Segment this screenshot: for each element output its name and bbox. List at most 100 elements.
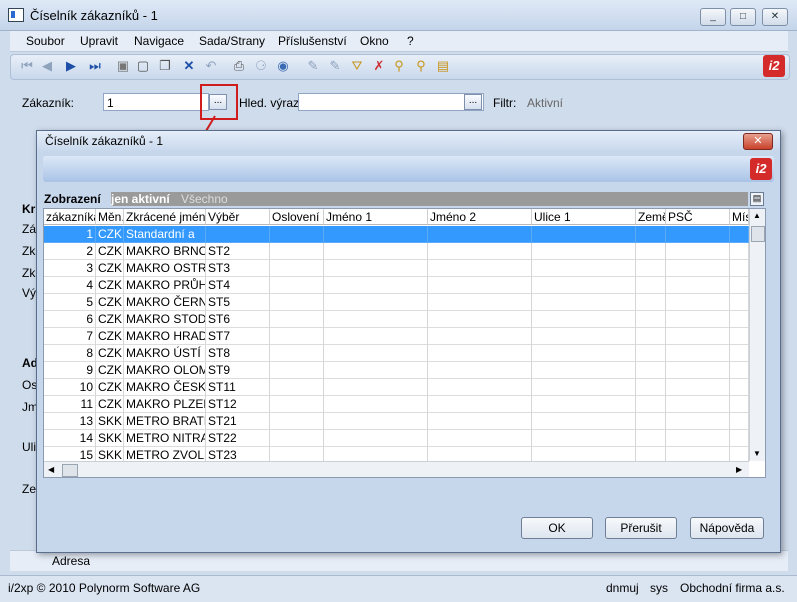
- column-header[interactable]: PSČ: [666, 209, 730, 225]
- maximize-button[interactable]: □: [730, 8, 756, 26]
- ok-button[interactable]: OK: [521, 517, 593, 539]
- table-cell: [324, 430, 428, 447]
- view-option-active[interactable]: jen aktivní: [111, 192, 170, 206]
- scroll-left-icon[interactable]: ◀: [48, 465, 54, 474]
- table-cell: [428, 362, 532, 379]
- table-row[interactable]: 13SKKMETRO BRATISST21: [44, 413, 749, 430]
- table-cell: 10: [44, 379, 96, 396]
- column-header[interactable]: Ulice 1: [532, 209, 636, 225]
- help-button[interactable]: Nápověda: [690, 517, 764, 539]
- scroll-thumb[interactable]: [751, 226, 765, 242]
- table-row[interactable]: 2CZKMAKRO BRNO-SST2: [44, 243, 749, 260]
- status-copyright: i/2xp © 2010 Polynorm Software AG: [8, 581, 201, 595]
- table-cell: ST4: [206, 277, 270, 294]
- menu-soubor[interactable]: Soubor: [26, 34, 65, 48]
- table-row[interactable]: 1 CZK Standardní a: [44, 226, 749, 243]
- menu-navigace[interactable]: Navigace: [134, 34, 184, 48]
- save-icon[interactable]: ▣: [115, 58, 131, 74]
- column-header[interactable]: Jméno 2: [428, 209, 532, 225]
- edit-icon[interactable]: ✎: [305, 58, 321, 74]
- search-input[interactable]: [298, 93, 484, 111]
- table-cell: MAKRO PRŮHO: [124, 277, 206, 294]
- menu-prislusenstvi[interactable]: Příslušenství: [278, 34, 347, 48]
- menu-help[interactable]: ?: [407, 34, 414, 48]
- tab-adresa[interactable]: Adresa: [52, 554, 90, 568]
- copy-icon[interactable]: ❐: [157, 58, 173, 74]
- table-row[interactable]: 9CZKMAKRO OLOMOST9: [44, 362, 749, 379]
- column-header[interactable]: Země: [636, 209, 666, 225]
- menu-okno[interactable]: Okno: [360, 34, 389, 48]
- table-cell: [324, 277, 428, 294]
- table-row[interactable]: 11 CZK MAKRO PLZEŇ ST12: [44, 396, 749, 413]
- column-header[interactable]: Měn.: [96, 209, 124, 225]
- column-header[interactable]: Jméno 1: [324, 209, 428, 225]
- table-cell: [428, 260, 532, 277]
- last-icon[interactable]: ⏭: [87, 58, 103, 74]
- tree-icon[interactable]: ⚆: [253, 58, 269, 74]
- column-header[interactable]: zákazníka: [44, 209, 96, 225]
- table-cell: [428, 294, 532, 311]
- edit2-icon[interactable]: ✎: [327, 58, 343, 74]
- search-icon[interactable]: ⚲: [391, 58, 407, 74]
- column-header[interactable]: Oslovení: [270, 209, 324, 225]
- dialog-close-button[interactable]: ✕: [743, 133, 773, 150]
- menu-upravit[interactable]: Upravit: [80, 34, 118, 48]
- column-chooser-icon[interactable]: ▤: [750, 192, 764, 206]
- delete-icon[interactable]: ✕: [181, 58, 197, 74]
- table-cell: [428, 311, 532, 328]
- minimize-button[interactable]: _: [700, 8, 726, 26]
- first-icon[interactable]: ⏮: [19, 58, 35, 74]
- table-cell: [730, 345, 749, 362]
- export-icon[interactable]: ▤: [435, 58, 451, 74]
- globe-icon[interactable]: ◉: [275, 58, 291, 74]
- table-cell: [636, 294, 666, 311]
- customer-lookup-button[interactable]: ...: [209, 94, 227, 110]
- table-row[interactable]: 14 SKK METRO NITRA ST22: [44, 430, 749, 447]
- grid-body: 1CZKStandardní a2CZKMAKRO BRNO-SST23CZKM…: [44, 226, 749, 461]
- table-cell: [324, 413, 428, 430]
- table-row[interactable]: 5CZKMAKRO ČERNÝST5: [44, 294, 749, 311]
- menu-sada-strany[interactable]: Sada/Strany: [199, 34, 265, 48]
- undo-icon[interactable]: ↶: [203, 58, 219, 74]
- column-header[interactable]: Výběr: [206, 209, 270, 225]
- table-cell: [730, 396, 749, 413]
- bg-label: Uli: [22, 440, 36, 454]
- prev-icon[interactable]: ◀: [39, 58, 55, 74]
- next-icon[interactable]: ▶: [63, 58, 79, 74]
- table-row[interactable]: 15 SKK METRO ZVOLE ST23: [44, 447, 749, 461]
- table-cell: 2: [44, 243, 96, 260]
- cancel-button[interactable]: Přerušit: [605, 517, 677, 539]
- table-row[interactable]: 7CZKMAKRO HRADEST7: [44, 328, 749, 345]
- scroll-thumb-h[interactable]: [62, 464, 78, 477]
- table-cell: [270, 396, 324, 413]
- search-lookup-button[interactable]: ...: [464, 94, 482, 110]
- table-cell: MAKRO HRADE: [124, 328, 206, 345]
- new-icon[interactable]: ▢: [135, 58, 151, 74]
- close-button[interactable]: ✕: [762, 8, 788, 26]
- table-row[interactable]: 3 CZK MAKRO OSTRA ST3: [44, 260, 749, 277]
- table-cell: [636, 362, 666, 379]
- horizontal-scrollbar[interactable]: ◀ ▶: [44, 461, 749, 477]
- filter-icon[interactable]: ⛛: [349, 58, 365, 74]
- scroll-up-icon[interactable]: ▲: [753, 211, 761, 220]
- print-icon[interactable]: ⎙: [231, 58, 247, 74]
- table-cell: [636, 447, 666, 461]
- scroll-down-icon[interactable]: ▼: [753, 449, 761, 458]
- vertical-scrollbar[interactable]: ▲ ▼: [749, 209, 765, 461]
- table-row[interactable]: 10 CZK MAKRO ČESKÉ ST11: [44, 379, 749, 396]
- clear-filter-icon[interactable]: ✗: [371, 58, 387, 74]
- customer-input[interactable]: 1: [103, 93, 209, 111]
- table-cell: [324, 243, 428, 260]
- table-row[interactable]: 4CZKMAKRO PRŮHOST4: [44, 277, 749, 294]
- status-db: sys: [650, 581, 668, 595]
- table-cell: 1: [44, 226, 96, 243]
- table-cell: [532, 226, 636, 243]
- column-header[interactable]: Zkrácené jméno: [124, 209, 206, 225]
- scroll-right-icon[interactable]: ▶: [736, 465, 742, 474]
- table-cell: ST6: [206, 311, 270, 328]
- search-next-icon[interactable]: ⚲: [413, 58, 429, 74]
- column-header[interactable]: Mís: [730, 209, 749, 225]
- view-option-all[interactable]: Všechno: [181, 192, 228, 206]
- table-row[interactable]: 6CZKMAKRO STODŮST6: [44, 311, 749, 328]
- table-row[interactable]: 8 CZK MAKRO ÚSTÍ N ST8: [44, 345, 749, 362]
